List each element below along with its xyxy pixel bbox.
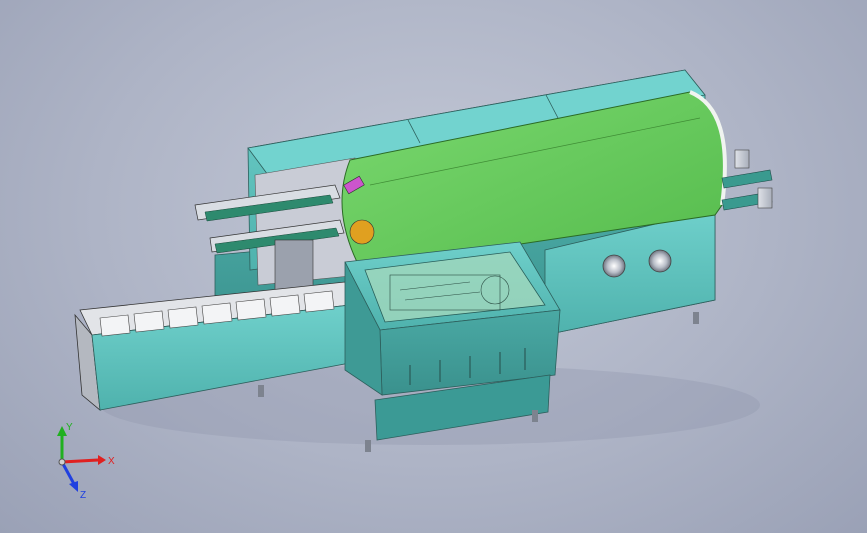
knob-left xyxy=(602,254,626,278)
outfeed-rails[interactable] xyxy=(721,149,773,211)
x-axis-label: X xyxy=(108,456,115,467)
z-axis-icon xyxy=(60,461,76,485)
z-arrowhead-icon xyxy=(69,481,78,492)
origin-icon xyxy=(58,458,66,466)
x-arrowhead-icon xyxy=(98,455,106,465)
z-axis-label: Z xyxy=(80,490,86,501)
front-cabinet[interactable] xyxy=(344,241,561,441)
cad-viewport[interactable]: X Y Z xyxy=(0,0,867,533)
axis-triad: X Y Z xyxy=(57,422,115,501)
y-axis-label: Y xyxy=(66,422,73,433)
knob-right xyxy=(648,249,672,273)
packaging-machine-model[interactable] xyxy=(0,0,867,533)
x-axis-icon xyxy=(61,458,99,464)
